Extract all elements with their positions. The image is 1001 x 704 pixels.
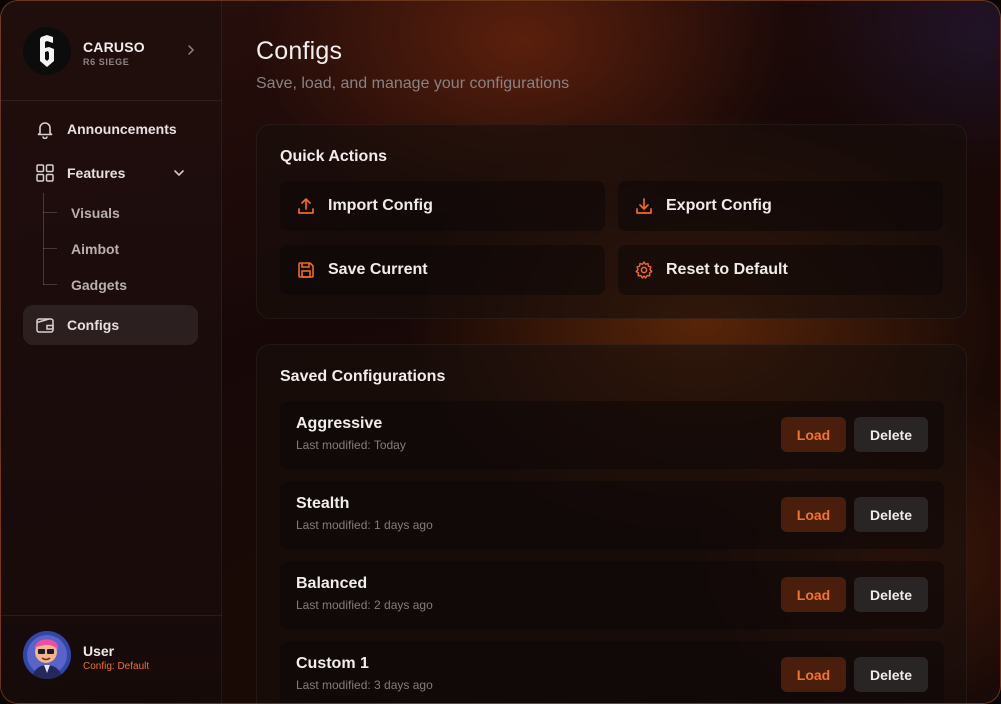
sidebar-subitem-label: Gadgets	[71, 277, 128, 293]
config-modified: Last modified: 2 days ago	[296, 598, 433, 612]
grid-icon	[35, 163, 55, 183]
save-current-button[interactable]: Save Current	[280, 245, 605, 295]
six-logo-icon	[23, 27, 71, 75]
config-name: Aggressive	[296, 415, 383, 432]
sidebar-subitem-gadgets[interactable]: Gadgets	[43, 274, 128, 296]
tree-line	[43, 193, 44, 285]
reset-default-button[interactable]: Reset to Default	[618, 245, 943, 295]
config-name: Stealth	[296, 495, 350, 512]
config-name: Balanced	[296, 575, 368, 592]
main-content: Configs Save, load, and manage your conf…	[222, 1, 1000, 703]
import-config-button[interactable]: Import Config	[280, 181, 605, 231]
delete-button[interactable]: Delete	[854, 657, 928, 692]
sidebar-item-features[interactable]: Features	[23, 153, 198, 193]
user-name: User	[83, 643, 115, 659]
upload-icon	[296, 196, 316, 216]
config-modified: Last modified: 1 days ago	[296, 518, 433, 532]
page-subtitle: Save, load, and manage your configuratio…	[256, 75, 570, 92]
user-config: Config: Default	[83, 661, 150, 672]
sidebar-item-label: Features	[67, 165, 126, 181]
button-label: Reset to Default	[666, 261, 788, 278]
sidebar-subitem-visuals[interactable]: Visuals	[43, 202, 120, 224]
delete-button[interactable]: Delete	[854, 417, 928, 452]
sidebar-divider	[1, 615, 222, 616]
button-label: Import Config	[328, 197, 433, 214]
config-row-aggressive: Aggressive Last modified: Today Load Del…	[280, 401, 944, 469]
sidebar-item-configs[interactable]: Configs	[23, 305, 198, 345]
sidebar-subitem-label: Visuals	[71, 205, 120, 221]
wallet-icon	[35, 315, 55, 335]
chevron-down-icon[interactable]	[172, 166, 186, 180]
config-modified: Last modified: 3 days ago	[296, 678, 433, 692]
tree-tick	[43, 284, 57, 285]
button-label: Save Current	[328, 261, 428, 278]
export-config-button[interactable]: Export Config	[618, 181, 943, 231]
save-icon	[296, 260, 316, 280]
gear-icon	[634, 260, 654, 280]
config-row-custom-1: Custom 1 Last modified: 3 days ago Load …	[280, 641, 944, 703]
page-title: Configs	[256, 37, 343, 65]
sidebar-item-announcements[interactable]: Announcements	[23, 109, 198, 149]
config-row-balanced: Balanced Last modified: 2 days ago Load …	[280, 561, 944, 629]
sidebar-item-label: Announcements	[67, 121, 177, 137]
config-row-stealth: Stealth Last modified: 1 days ago Load D…	[280, 481, 944, 549]
load-button[interactable]: Load	[781, 657, 846, 692]
config-modified: Last modified: Today	[296, 438, 406, 452]
delete-button[interactable]: Delete	[854, 577, 928, 612]
quick-actions-card: Quick Actions Import Config Export Confi…	[256, 124, 967, 319]
tree-tick	[43, 212, 57, 213]
avatar	[23, 631, 71, 679]
brand-subtitle: R6 SIEGE	[83, 57, 130, 67]
config-name: Custom 1	[296, 655, 369, 672]
bell-icon	[35, 119, 55, 139]
quick-actions-title: Quick Actions	[280, 148, 387, 165]
brand-name: CARUSO	[83, 39, 145, 55]
load-button[interactable]: Load	[781, 577, 846, 612]
button-label: Export Config	[666, 197, 772, 214]
saved-configurations-title: Saved Configurations	[280, 368, 446, 385]
sidebar-divider	[1, 100, 222, 101]
download-icon	[634, 196, 654, 216]
user-profile[interactable]: User Config: Default	[23, 631, 213, 681]
chevron-right-icon	[185, 43, 197, 57]
tree-tick	[43, 248, 57, 249]
load-button[interactable]: Load	[781, 497, 846, 532]
brand-header[interactable]: CARUSO R6 SIEGE	[23, 27, 203, 77]
app-window: CARUSO R6 SIEGE Announcements Features V…	[0, 0, 1001, 704]
sidebar-subitem-label: Aimbot	[71, 241, 120, 257]
sidebar: CARUSO R6 SIEGE Announcements Features V…	[1, 1, 222, 703]
sidebar-subitem-aimbot[interactable]: Aimbot	[43, 238, 120, 260]
saved-configurations-card: Saved Configurations Aggressive Last mod…	[256, 344, 967, 703]
delete-button[interactable]: Delete	[854, 497, 928, 532]
sidebar-item-label: Configs	[67, 317, 120, 333]
load-button[interactable]: Load	[781, 417, 846, 452]
